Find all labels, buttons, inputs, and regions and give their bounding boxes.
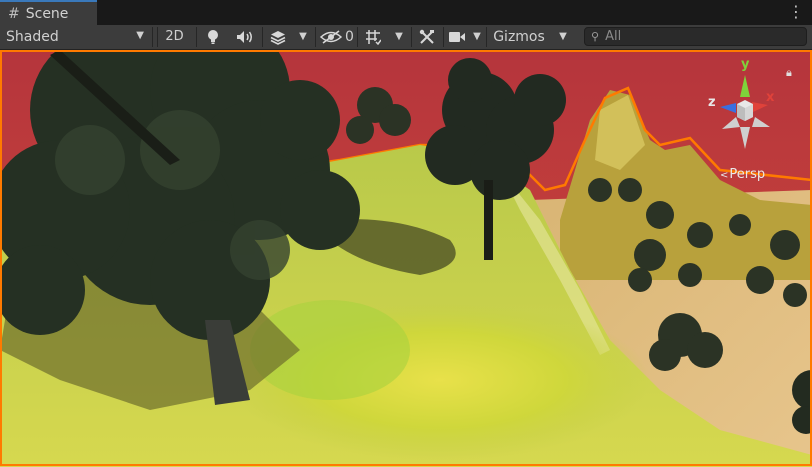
divider xyxy=(315,27,316,47)
projection-text: Persp xyxy=(729,167,766,182)
tools-icon xyxy=(419,29,434,44)
tools-button[interactable] xyxy=(413,26,441,47)
chevron-down-icon: ▼ xyxy=(473,31,481,42)
divider xyxy=(486,27,487,47)
tab-scene-label: Scene xyxy=(25,5,69,22)
chevron-down-icon: ▼ xyxy=(299,31,307,42)
chevron-down-icon: ▼ xyxy=(136,30,144,41)
scene-viewport[interactable]: 🔒︎ xyxy=(0,50,812,467)
divider xyxy=(357,27,358,47)
toggle-2d-button[interactable]: 2D xyxy=(158,26,191,47)
scene-render xyxy=(0,50,812,467)
gizmos-label: Gizmos xyxy=(493,28,545,45)
orientation-gizmo[interactable]: y x z xyxy=(700,57,790,157)
search-icon: ⚲ xyxy=(591,30,600,43)
grid-snap-icon xyxy=(366,29,381,45)
camera-button[interactable] xyxy=(445,26,469,47)
projection-arrow-icon: < xyxy=(720,170,729,181)
scene-visibility-toggle[interactable]: 0 xyxy=(317,26,355,47)
divider xyxy=(411,27,412,47)
hidden-eye-icon xyxy=(320,29,342,44)
camera-icon xyxy=(449,31,465,42)
divider xyxy=(262,27,263,47)
effects-dropdown[interactable]: ▼ xyxy=(293,26,313,47)
gizmos-dropdown[interactable]: ▼ xyxy=(552,26,574,47)
camera-dropdown[interactable]: ▼ xyxy=(469,26,485,47)
divider xyxy=(152,27,153,47)
hidden-objects-count: 0 xyxy=(345,28,354,45)
gizmo-x-label: x xyxy=(766,90,775,105)
hash-icon: # xyxy=(8,5,20,22)
effects-toggle-button[interactable] xyxy=(264,26,292,47)
projection-label[interactable]: <Persp xyxy=(720,167,765,182)
search-placeholder: All xyxy=(605,29,622,44)
gizmo-y-label: y xyxy=(741,57,750,72)
speaker-icon xyxy=(237,30,252,43)
layers-icon xyxy=(270,30,286,45)
toggle-2d-label: 2D xyxy=(165,29,184,44)
lighting-toggle-button[interactable] xyxy=(198,26,228,47)
gizmos-button[interactable]: Gizmos xyxy=(488,26,550,47)
audio-toggle-button[interactable] xyxy=(230,26,260,47)
tab-scene[interactable]: # Scene xyxy=(0,0,97,25)
lightbulb-icon xyxy=(208,29,218,44)
chevron-down-icon: ▼ xyxy=(395,31,403,42)
tab-bar: # Scene ⋮ xyxy=(0,0,812,25)
grid-dropdown[interactable]: ▼ xyxy=(389,26,409,47)
divider xyxy=(196,27,197,47)
gizmo-z-label: z xyxy=(708,95,716,110)
more-options-icon[interactable]: ⋮ xyxy=(788,2,804,22)
shading-mode-label: Shaded xyxy=(6,28,59,45)
divider xyxy=(443,27,444,47)
chevron-down-icon: ▼ xyxy=(559,31,567,42)
search-input[interactable]: ⚲ All xyxy=(584,27,807,46)
shading-mode-dropdown[interactable]: Shaded ▼ xyxy=(0,26,152,47)
grid-toggle-button[interactable] xyxy=(359,26,387,47)
